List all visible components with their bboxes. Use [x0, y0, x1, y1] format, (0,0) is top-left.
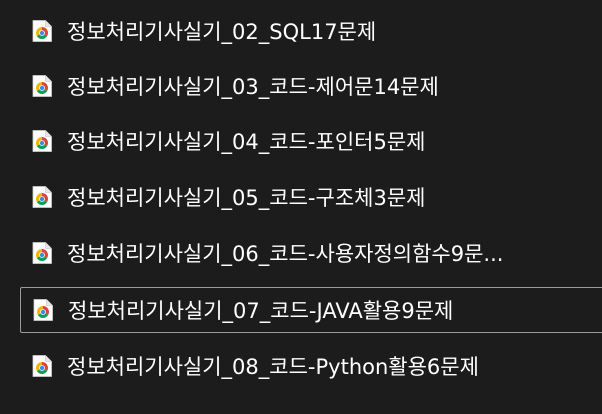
file-item[interactable]: 정보처리기사실기_03_코드-제어문14문제 — [20, 64, 602, 108]
file-name: 정보처리기사실기_08_코드-Python활용6문제 — [67, 355, 479, 379]
chrome-html-document-icon — [32, 130, 52, 152]
chrome-html-document-icon — [32, 186, 52, 208]
file-list: 정보처리기사실기_02_SQL17문제 정보처리기사실기_03_코드-제어문14… — [0, 0, 602, 414]
chrome-html-document-icon — [32, 75, 52, 97]
file-item[interactable]: 정보처리기사실기_05_코드-구조체3문제 — [20, 175, 602, 219]
chrome-html-document-icon — [32, 355, 52, 377]
file-name: 정보처리기사실기_07_코드-JAVA활용9문제 — [68, 299, 454, 323]
file-name: 정보처리기사실기_03_코드-제어문14문제 — [67, 75, 439, 99]
file-item[interactable]: 정보처리기사실기_02_SQL17문제 — [20, 9, 602, 53]
chrome-html-document-icon — [32, 20, 52, 42]
file-name: 정보처리기사실기_02_SQL17문제 — [67, 20, 377, 44]
file-item[interactable]: 정보처리기사실기_08_코드-Python활용6문제 — [20, 344, 602, 388]
file-item-selected[interactable]: 정보처리기사실기_07_코드-JAVA활용9문제 — [20, 287, 602, 333]
file-name: 정보처리기사실기_06_코드-사용자정의함수9문... — [67, 242, 504, 266]
file-item[interactable]: 정보처리기사실기_04_코드-포인터5문제 — [20, 119, 602, 163]
chrome-html-document-icon — [33, 299, 53, 321]
chrome-html-document-icon — [32, 242, 52, 264]
file-name: 정보처리기사실기_04_코드-포인터5문제 — [67, 130, 426, 154]
file-name: 정보처리기사실기_05_코드-구조체3문제 — [67, 186, 426, 210]
file-item[interactable]: 정보처리기사실기_06_코드-사용자정의함수9문... — [20, 231, 602, 275]
